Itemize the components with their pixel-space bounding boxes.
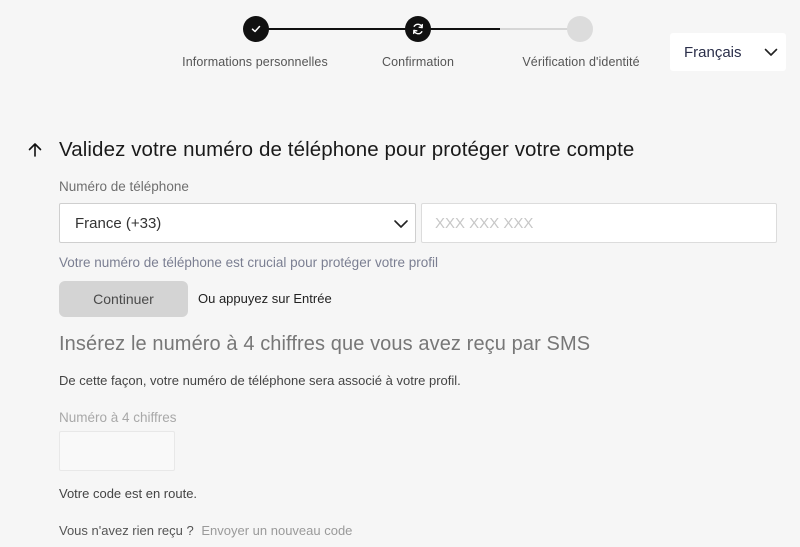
- chevron-down-icon: [394, 220, 408, 228]
- phone-number-input[interactable]: [421, 203, 777, 243]
- resend-code-link[interactable]: Envoyer un nouveau code: [201, 523, 352, 538]
- language-select[interactable]: Français: [670, 33, 786, 71]
- step-connector: [256, 28, 418, 30]
- step-1-label: Informations personnelles: [182, 55, 328, 69]
- sms-code-input[interactable]: [59, 431, 175, 471]
- code-label: Numéro à 4 chiffres: [59, 410, 177, 425]
- refresh-icon: [413, 23, 423, 35]
- sms-section-title: Insérez le numéro à 4 chiffres que vous …: [59, 333, 591, 355]
- arrow-up-icon[interactable]: [26, 141, 44, 159]
- step-3-label: Vérification d'identité: [522, 55, 640, 69]
- step-1-indicator: [243, 16, 269, 42]
- page-title: Validez votre numéro de téléphone pour p…: [59, 138, 635, 161]
- step-3-indicator: [567, 16, 593, 42]
- phone-label: Numéro de téléphone: [59, 179, 189, 194]
- chevron-down-icon: [764, 48, 778, 56]
- continue-button[interactable]: Continuer: [59, 281, 188, 317]
- enter-hint: Ou appuyez sur Entrée: [198, 291, 332, 306]
- sms-description: De cette façon, votre numéro de téléphon…: [59, 373, 461, 388]
- resend-row: Vous n'avez rien reçu ? Envoyer un nouve…: [59, 523, 352, 538]
- country-code-select[interactable]: France (+33): [59, 203, 416, 243]
- resend-question: Vous n'avez rien reçu ?: [59, 523, 194, 538]
- step-2-label: Confirmation: [381, 55, 455, 69]
- check-icon: [251, 25, 261, 33]
- phone-hint: Votre numéro de téléphone est crucial po…: [59, 255, 438, 270]
- step-2-indicator: [405, 16, 431, 42]
- country-code-value: France (+33): [75, 214, 162, 232]
- language-value: Français: [684, 43, 742, 61]
- code-status: Votre code est en route.: [59, 486, 198, 501]
